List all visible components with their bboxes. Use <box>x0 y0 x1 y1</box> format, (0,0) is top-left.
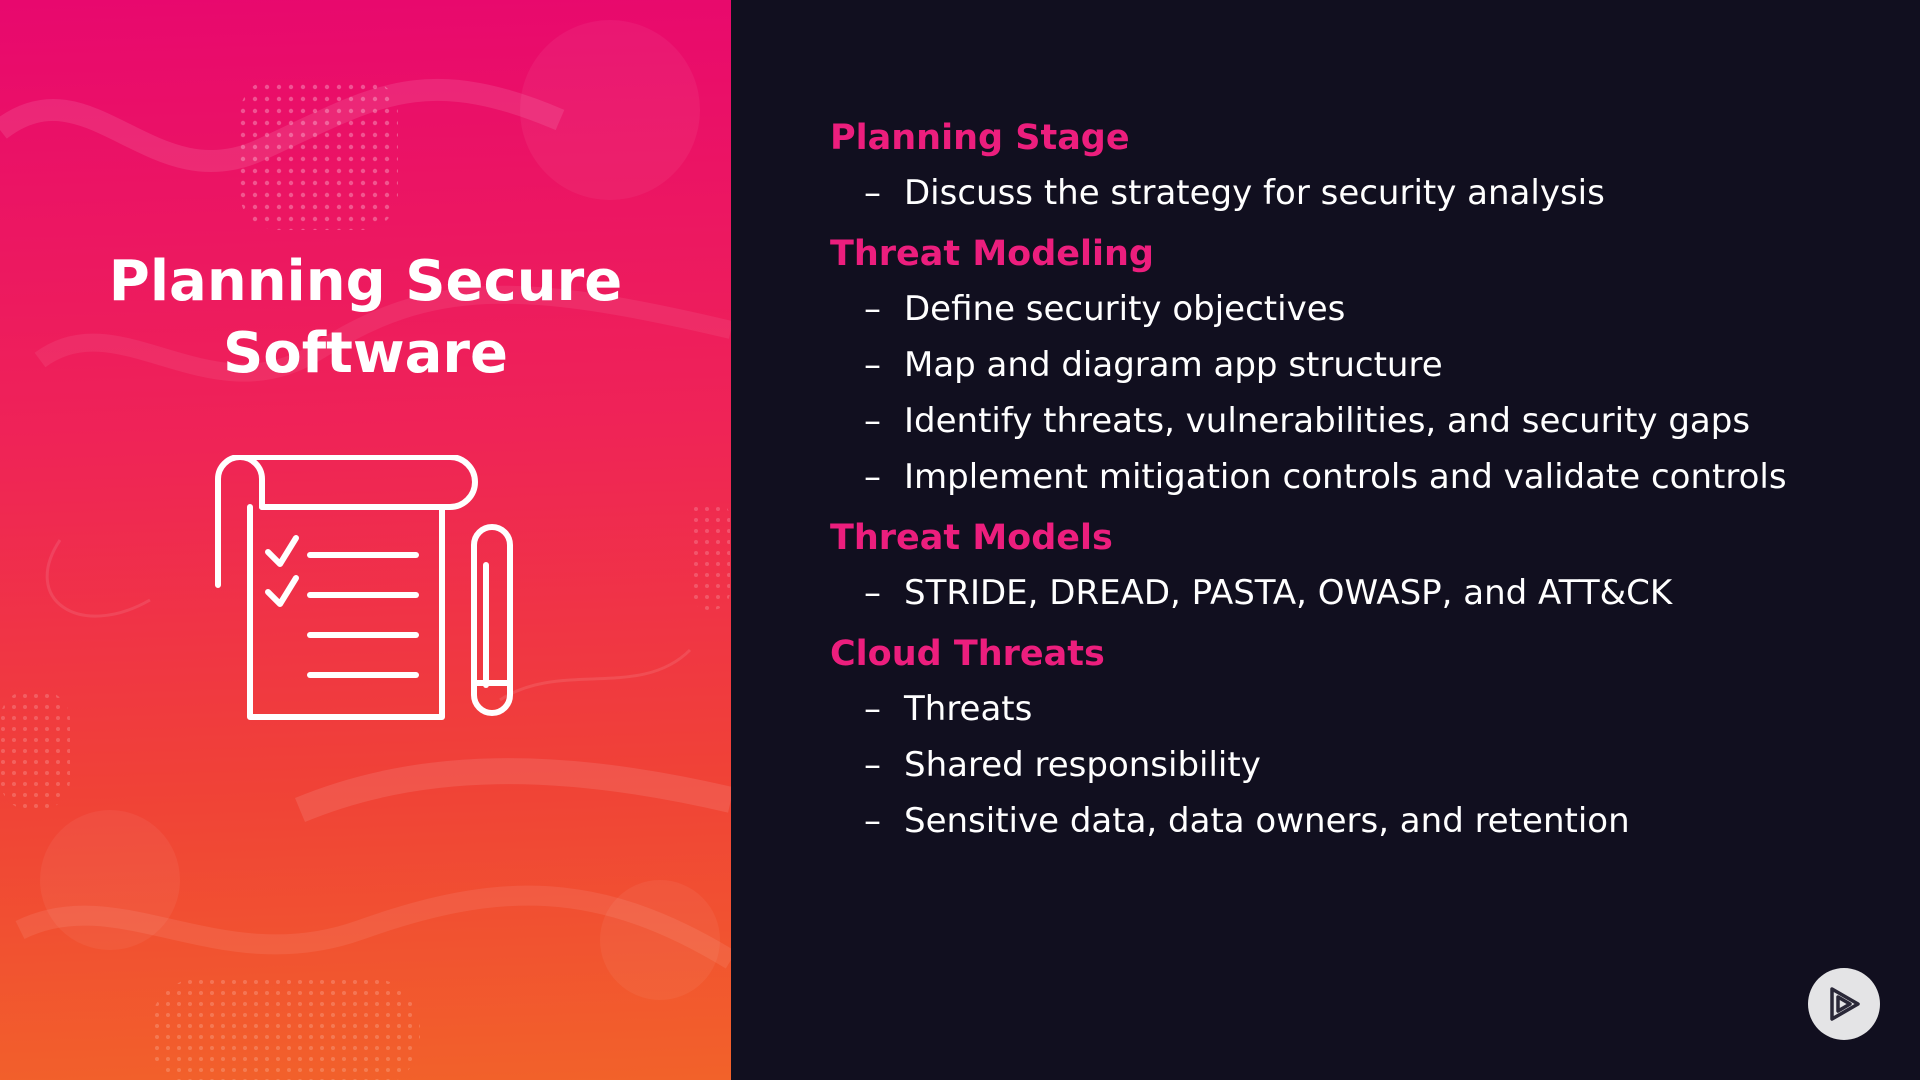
list-item-text: Discuss the strategy for security analys… <box>904 173 1605 213</box>
slide-title: Planning Secure Software <box>0 246 731 390</box>
section-heading: Planning Stage <box>830 118 1130 158</box>
list-item: – Define security objectives <box>830 286 1890 332</box>
bullet-dash: – <box>864 689 881 729</box>
section-threat-modeling: Threat Modeling – Define security object… <box>830 232 1890 500</box>
slide-title-line-1: Planning Secure <box>108 249 623 314</box>
list-item-text: Sensitive data, data owners, and retenti… <box>904 801 1630 841</box>
section-heading: Threat Models <box>830 518 1113 558</box>
play-logo-icon <box>1830 987 1860 1021</box>
slide: Planning Secure Software Planning Stage … <box>0 0 1920 1080</box>
list-item: – Implement mitigation controls and vali… <box>830 454 1890 500</box>
section-cloud-threats: Cloud Threats – Threats – Shared respons… <box>830 632 1890 844</box>
list-item-text: Define security objectives <box>904 289 1346 329</box>
list-item-text: Identify threats, vulnerabilities, and s… <box>904 401 1751 441</box>
list-item: – Threats <box>830 686 1890 732</box>
list-item: – STRIDE, DREAD, PASTA, OWASP, and ATT&C… <box>830 570 1890 616</box>
bullet-dash: – <box>864 345 881 385</box>
section-heading: Threat Modeling <box>830 234 1154 274</box>
agenda-list: Planning Stage – Discuss the strategy fo… <box>830 116 1890 860</box>
title-panel: Planning Secure Software <box>0 0 731 1080</box>
list-item: – Shared responsibility <box>830 742 1890 788</box>
list-item: – Sensitive data, data owners, and reten… <box>830 798 1890 844</box>
section-heading: Cloud Threats <box>830 634 1105 674</box>
list-item-text: Shared responsibility <box>904 745 1261 785</box>
bullet-dash: – <box>864 289 881 329</box>
bullet-dash: – <box>864 801 881 841</box>
list-item: – Identify threats, vulnerabilities, and… <box>830 398 1890 444</box>
list-item-text: Threats <box>904 689 1033 729</box>
play-logo-button[interactable] <box>1808 968 1880 1040</box>
bullet-dash: – <box>864 745 881 785</box>
list-item-text: STRIDE, DREAD, PASTA, OWASP, and ATT&CK <box>904 573 1673 613</box>
section-planning-stage: Planning Stage – Discuss the strategy fo… <box>830 116 1890 216</box>
list-item-text: Map and diagram app structure <box>904 345 1443 385</box>
list-item-text: Implement mitigation controls and valida… <box>904 457 1787 497</box>
bullet-dash: – <box>864 573 881 613</box>
content-panel: Planning Stage – Discuss the strategy fo… <box>731 0 1920 1080</box>
checklist-pen-icon <box>215 455 513 720</box>
list-item: – Discuss the strategy for security anal… <box>830 170 1890 216</box>
section-threat-models: Threat Models – STRIDE, DREAD, PASTA, OW… <box>830 516 1890 616</box>
list-item: – Map and diagram app structure <box>830 342 1890 388</box>
bullet-dash: – <box>864 457 881 497</box>
bullet-dash: – <box>864 401 881 441</box>
bullet-dash: – <box>864 173 881 213</box>
slide-title-line-2: Software <box>222 321 509 386</box>
